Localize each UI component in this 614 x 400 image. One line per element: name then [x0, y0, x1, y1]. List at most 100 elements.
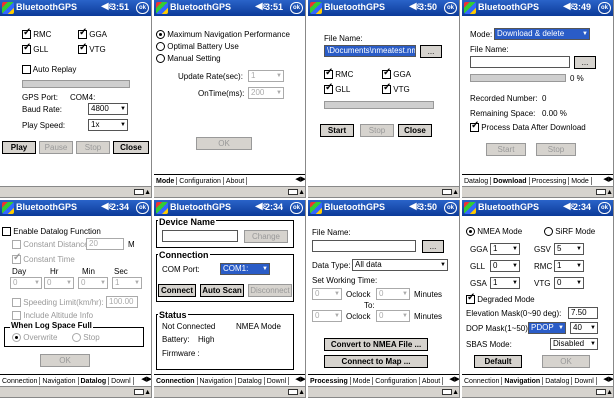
tab-mode[interactable]: Mode [569, 177, 592, 185]
tab-scroll-arrows[interactable]: ◀▶ [448, 375, 459, 384]
rmc-rate-select[interactable]: 1 [554, 260, 584, 272]
tab-scroll-arrows[interactable]: ◀▶ [602, 375, 613, 384]
tab-connection[interactable]: Connection [154, 377, 198, 385]
tab-scroll-arrows[interactable]: ◀▶ [602, 175, 613, 184]
chevron-up-icon[interactable]: ▲ [606, 387, 613, 397]
ok-button[interactable]: ok [136, 2, 149, 14]
tab-datalog[interactable]: Datalog [543, 377, 573, 385]
process-data-checkbox[interactable]: Process Data After Download [470, 120, 586, 133]
end-minute-select[interactable]: 0 [376, 310, 410, 322]
windows-start-icon[interactable] [464, 202, 476, 214]
constant-distance-input[interactable]: 20 [86, 238, 124, 250]
tab-mode[interactable]: Mode [154, 177, 178, 185]
keyboard-icon[interactable] [134, 389, 144, 395]
chevron-up-icon[interactable]: ▲ [298, 387, 305, 397]
chevron-up-icon[interactable]: ▲ [452, 187, 459, 197]
tab-connection[interactable]: Connection [462, 377, 503, 385]
windows-start-icon[interactable] [2, 2, 14, 14]
day-select[interactable]: 0 [10, 277, 42, 289]
connect-button[interactable]: Connect [158, 284, 196, 297]
speeding-limit-input[interactable]: 100.00 [106, 296, 138, 308]
sirf-mode-radio[interactable]: SiRF Mode [544, 227, 595, 237]
browse-button[interactable]: ... [422, 240, 444, 253]
speeding-limit-checkbox[interactable]: Speeding Limit(km/hr): [12, 298, 104, 308]
gga-checkbox[interactable]: GGA [78, 27, 107, 40]
disconnect-button[interactable]: Disconnect [248, 284, 292, 297]
tab-processing[interactable]: Processing [308, 377, 351, 385]
navigation-ok-button[interactable]: OK [542, 355, 590, 368]
hour-select[interactable]: 0 [44, 277, 74, 289]
tab-navigation[interactable]: Navigation [40, 377, 79, 385]
sbas-mode-select[interactable]: Disabled [550, 338, 598, 350]
close-button[interactable]: Close [398, 124, 432, 137]
gll-checkbox[interactable]: GLL [22, 42, 48, 55]
windows-start-icon[interactable] [156, 2, 168, 14]
windows-start-icon[interactable] [156, 202, 168, 214]
stop-button[interactable]: Stop [536, 143, 576, 156]
windows-start-icon[interactable] [310, 202, 322, 214]
play-button[interactable]: Play [2, 141, 36, 154]
tab-datalog[interactable]: Datalog [236, 377, 265, 385]
gga-rate-select[interactable]: 1 [490, 243, 520, 255]
default-button[interactable]: Default [474, 355, 522, 368]
keyboard-icon[interactable] [442, 189, 452, 195]
ok-button[interactable]: ok [598, 2, 611, 14]
file-name-input[interactable]: \Documents\nmeatest.nmea [324, 45, 416, 57]
overwrite-radio[interactable]: Overwrite [12, 333, 57, 343]
ok-button[interactable]: ok [444, 2, 457, 14]
dop-value-select[interactable]: 40 [570, 322, 598, 334]
tab-processing[interactable]: Processing [530, 177, 570, 185]
dop-type-select[interactable]: PDOP [528, 322, 566, 334]
auto-scan-button[interactable]: Auto Scan [200, 284, 244, 297]
ok-button[interactable]: ok [598, 202, 611, 214]
tab-about[interactable]: About [420, 377, 444, 385]
elevation-mask-input[interactable]: 7.50 [568, 307, 598, 319]
tab-mode[interactable]: Mode [351, 377, 374, 385]
keyboard-icon[interactable] [596, 189, 606, 195]
datalog-ok-button[interactable]: OK [40, 354, 90, 367]
file-name-input[interactable] [470, 56, 570, 68]
start-minute-select[interactable]: 0 [376, 288, 410, 300]
windows-start-icon[interactable] [2, 202, 14, 214]
tab-download[interactable]: Download [491, 177, 530, 185]
keyboard-icon[interactable] [288, 189, 298, 195]
enable-datalog-checkbox[interactable]: Enable Datalog Function [2, 227, 101, 237]
include-altitude-checkbox[interactable]: Include Altitude Info [12, 311, 93, 321]
tab-download[interactable]: Downl [109, 377, 134, 385]
gsa-rate-select[interactable]: 1 [490, 277, 520, 289]
nmea-mode-radio[interactable]: NMEA Mode [466, 227, 522, 237]
tab-download[interactable]: Downl [265, 377, 290, 385]
keyboard-icon[interactable] [442, 389, 452, 395]
change-button[interactable]: Change [244, 230, 288, 243]
rmc-checkbox[interactable]: RMC [22, 27, 51, 40]
tab-download[interactable]: Downl [572, 377, 597, 385]
chevron-up-icon[interactable]: ▲ [144, 187, 151, 197]
play-speed-select[interactable]: 1x [88, 119, 128, 131]
tab-scroll-arrows[interactable]: ◀▶ [294, 175, 305, 184]
gll-rate-select[interactable]: 0 [490, 260, 520, 272]
degraded-mode-checkbox[interactable]: Degraded Mode [466, 292, 535, 305]
keyboard-icon[interactable] [288, 389, 298, 395]
pause-button[interactable]: Pause [39, 141, 73, 154]
tab-connection[interactable]: Connection [0, 377, 41, 385]
ok-button[interactable]: ok [290, 202, 303, 214]
ontime-select[interactable]: 200 [248, 87, 284, 99]
file-name-input[interactable] [312, 240, 416, 252]
chevron-up-icon[interactable]: ▲ [452, 387, 459, 397]
tab-navigation[interactable]: Navigation [198, 377, 236, 385]
tab-scroll-arrows[interactable]: ◀▶ [294, 375, 305, 384]
mode-ok-button[interactable]: OK [196, 137, 252, 150]
chevron-up-icon[interactable]: ▲ [606, 187, 613, 197]
mode-select[interactable]: Download & delete [494, 28, 590, 40]
tab-about[interactable]: About [224, 177, 248, 185]
vtg-checkbox[interactable]: VTG [382, 82, 410, 95]
start-button[interactable]: Start [486, 143, 526, 156]
close-button[interactable]: Close [113, 141, 149, 154]
baud-rate-select[interactable]: 4800 [88, 103, 128, 115]
stop-radio[interactable]: Stop [72, 333, 100, 343]
convert-nmea-button[interactable]: Convert to NMEA File ... [324, 338, 428, 351]
max-nav-radio[interactable]: Maximum Navigation Performance [156, 30, 290, 40]
second-select[interactable]: 1 [112, 277, 142, 289]
start-button[interactable]: Start [320, 124, 354, 137]
connect-map-button[interactable]: Connect to Map ... [324, 355, 428, 368]
